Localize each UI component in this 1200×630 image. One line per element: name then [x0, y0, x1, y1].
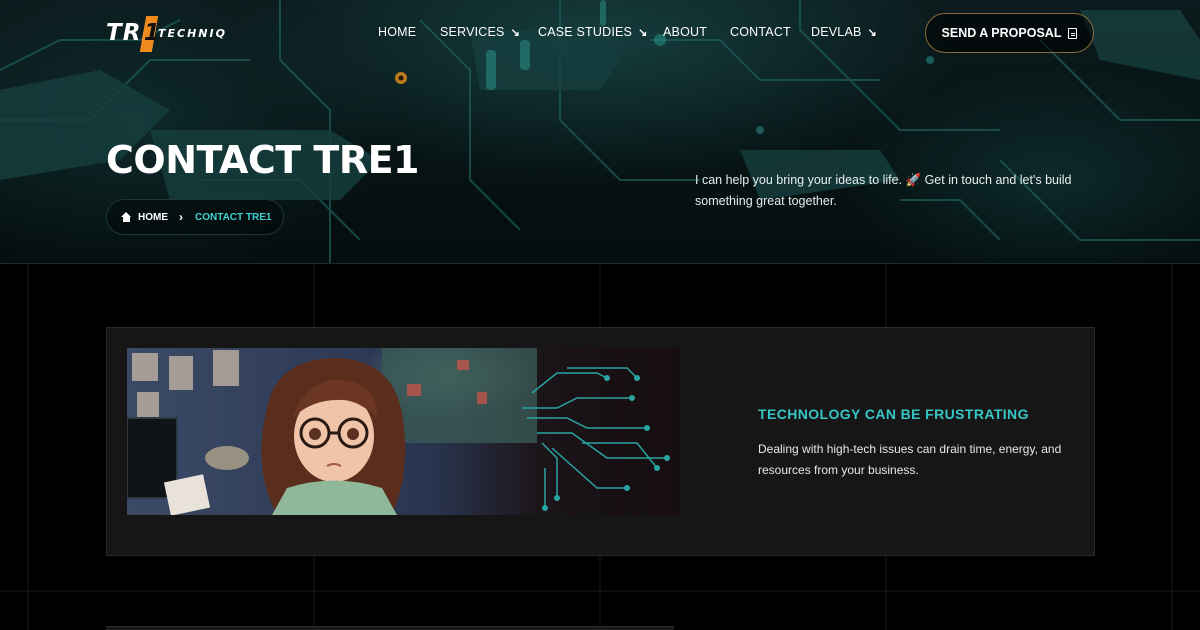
home-icon	[121, 212, 132, 222]
nav-item-services[interactable]: SERVICES ↘	[440, 25, 520, 39]
hero-banner: TRE 1 TECHNIQ HOME SERVICES ↘ CASE STUDI…	[0, 0, 1200, 264]
arrow-down-right-icon: ↘	[638, 26, 648, 39]
feature-card: TECHNOLOGY CAN BE FRUSTRATING Dealing wi…	[106, 327, 1095, 556]
nav-item-label: CASE STUDIES	[538, 25, 633, 39]
nav-item-label: DEVLAB	[811, 25, 862, 39]
arrow-down-right-icon: ↘	[867, 26, 877, 39]
document-icon	[1068, 27, 1078, 39]
breadcrumb: HOME › CONTACT TRE1	[106, 199, 284, 235]
next-card-edge	[106, 626, 674, 630]
breadcrumb-current: CONTACT TRE1	[195, 211, 272, 223]
nav-item-case-studies[interactable]: CASE STUDIES ↘	[538, 25, 648, 39]
send-proposal-button[interactable]: SEND A PROPOSAL	[925, 13, 1094, 53]
nav-item-label: CONTACT	[730, 25, 791, 39]
nav-item-home[interactable]: HOME	[378, 25, 416, 39]
card-text: Dealing with high-tech issues can drain …	[758, 442, 1062, 477]
nav-item-label: ABOUT	[663, 25, 708, 39]
chevron-right-icon: ›	[179, 210, 183, 224]
arrow-down-right-icon: ↘	[510, 26, 521, 39]
logo-text-techniq: TECHNIQ	[158, 27, 227, 40]
hero-description: I can help you bring your ideas to life.…	[695, 173, 1072, 208]
page-title: CONTACT TRE1	[106, 138, 420, 182]
nav-item-devlab[interactable]: DEVLAB ↘	[811, 25, 877, 39]
nav-item-contact[interactable]: CONTACT	[730, 25, 791, 39]
breadcrumb-home-link[interactable]: HOME	[138, 212, 168, 223]
send-proposal-label: SEND A PROPOSAL	[941, 26, 1062, 40]
nav-item-label: SERVICES	[440, 25, 505, 39]
card-title: TECHNOLOGY CAN BE FRUSTRATING	[758, 406, 1029, 422]
nav-item-about[interactable]: ABOUT	[663, 25, 707, 39]
brand-logo[interactable]: TRE 1 TECHNIQ	[106, 16, 236, 52]
frustrated-developer-illustration	[127, 348, 680, 515]
nav-item-label: HOME	[378, 25, 417, 39]
